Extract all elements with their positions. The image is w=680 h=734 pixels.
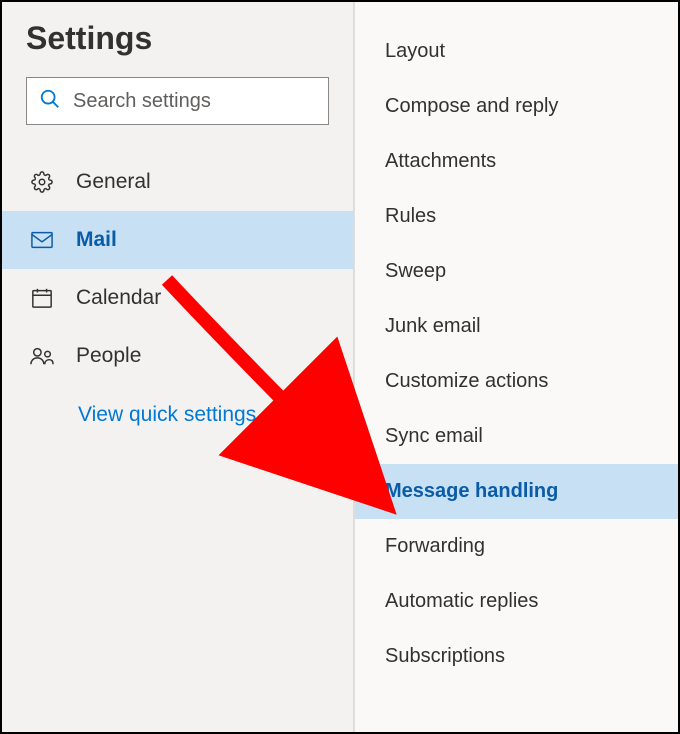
sub-item-sweep[interactable]: Sweep (355, 244, 678, 299)
settings-sidebar: Settings General Mail Calendar People View … (2, 2, 354, 732)
gear-icon (30, 171, 54, 193)
sub-item-automatic-replies[interactable]: Automatic replies (355, 574, 678, 629)
sub-item-sync-email[interactable]: Sync email (355, 409, 678, 464)
sub-item-label: Junk email (385, 315, 481, 338)
sub-item-label: Customize actions (385, 370, 548, 393)
mail-settings-panel: Layout Compose and reply Attachments Rules S… (354, 2, 678, 732)
mail-settings-list: Layout Compose and reply Attachments Rules S… (355, 24, 678, 684)
sub-item-forwarding[interactable]: Forwarding (355, 519, 678, 574)
sub-item-attachments[interactable]: Attachments (355, 134, 678, 189)
sub-item-label: Sweep (385, 260, 446, 283)
nav-item-label: Calendar (76, 286, 161, 310)
sub-item-layout[interactable]: Layout (355, 24, 678, 79)
sub-item-subscriptions[interactable]: Subscriptions (355, 629, 678, 684)
page-title: Settings (26, 20, 329, 57)
sub-item-label: Subscriptions (385, 645, 505, 668)
nav-item-label: General (76, 170, 151, 194)
sub-item-label: Compose and reply (385, 95, 558, 118)
search-box[interactable] (26, 77, 329, 125)
sub-item-label: Message handling (385, 480, 558, 503)
settings-nav: General Mail Calendar People (2, 153, 353, 385)
nav-item-label: Mail (76, 228, 117, 252)
sub-item-label: Forwarding (385, 535, 485, 558)
nav-item-calendar[interactable]: Calendar (2, 269, 353, 327)
mail-icon (30, 231, 54, 249)
sub-item-junk-email[interactable]: Junk email (355, 299, 678, 354)
sub-item-label: Sync email (385, 425, 483, 448)
sub-item-label: Automatic replies (385, 590, 538, 613)
nav-item-label: People (76, 344, 141, 368)
sub-item-label: Rules (385, 205, 436, 228)
sub-item-label: Attachments (385, 150, 496, 173)
sub-item-message-handling[interactable]: Message handling (355, 464, 678, 519)
nav-item-people[interactable]: People (2, 327, 353, 385)
search-input[interactable] (73, 90, 316, 113)
people-icon (30, 346, 54, 366)
sub-item-compose-and-reply[interactable]: Compose and reply (355, 79, 678, 134)
sub-item-label: Layout (385, 40, 445, 63)
view-quick-settings-link[interactable]: View quick settings (2, 403, 353, 427)
nav-item-general[interactable]: General (2, 153, 353, 211)
sub-item-rules[interactable]: Rules (355, 189, 678, 244)
calendar-icon (30, 287, 54, 309)
nav-item-mail[interactable]: Mail (2, 211, 353, 269)
search-icon (39, 88, 61, 115)
sub-item-customize-actions[interactable]: Customize actions (355, 354, 678, 409)
